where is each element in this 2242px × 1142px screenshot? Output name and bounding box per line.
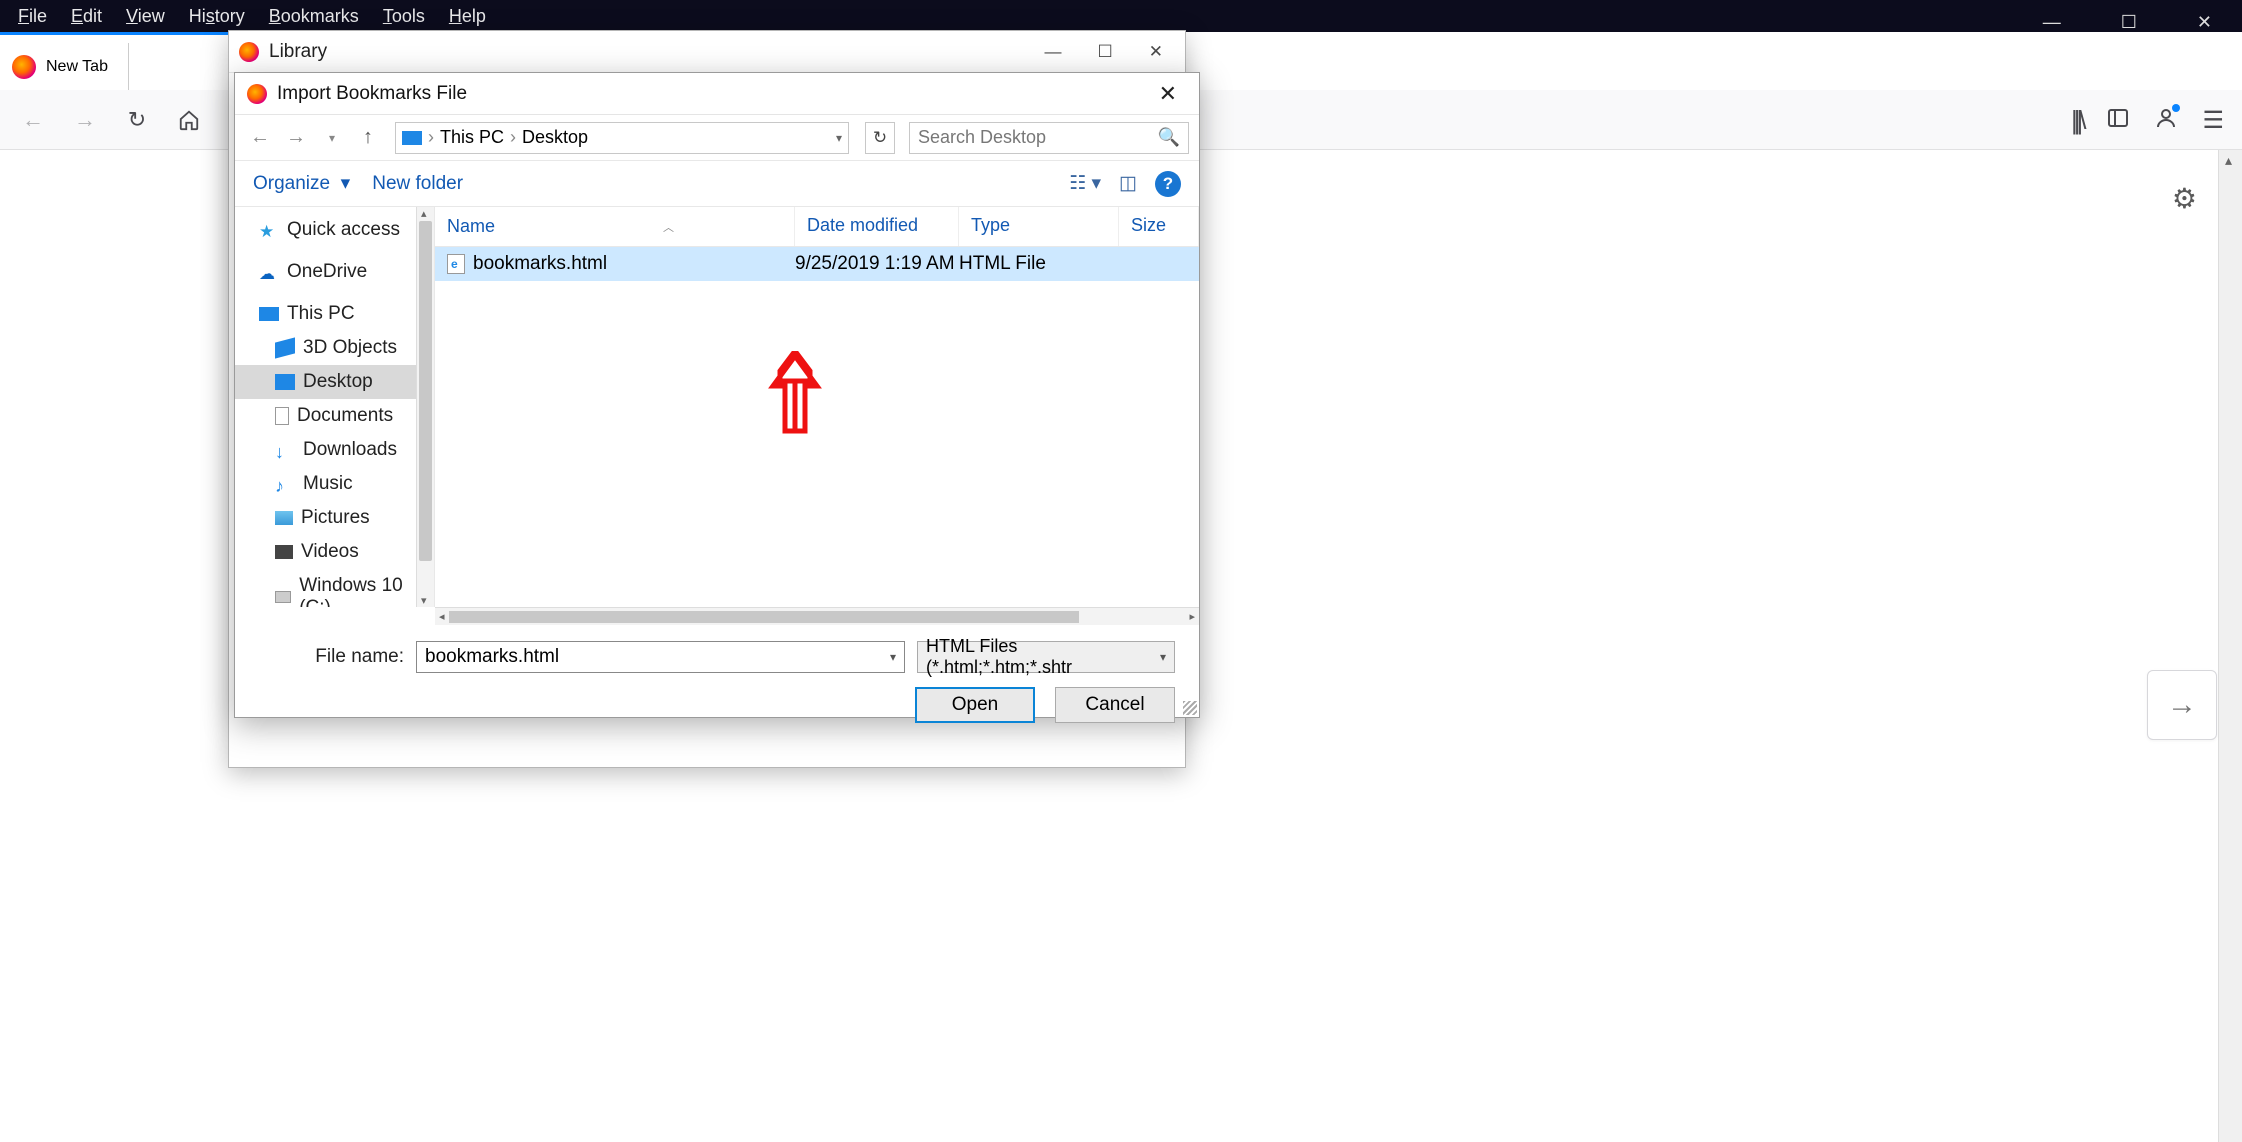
html-file-icon — [447, 254, 465, 274]
tree-scrollbar[interactable]: ▴▾ — [416, 207, 434, 607]
library-close-icon[interactable]: ✕ — [1149, 42, 1163, 62]
nav-back-icon[interactable]: ← — [245, 126, 275, 149]
tree-quickaccess[interactable]: ★Quick access — [235, 213, 434, 247]
chevron-down-icon[interactable]: ▾ — [1160, 650, 1166, 664]
dialog-toolbar: Organize ▾ New folder ☷ ▾ ◫ ? — [235, 161, 1199, 207]
preview-pane-icon[interactable]: ◫ — [1119, 172, 1137, 195]
col-date[interactable]: Date modified — [795, 207, 959, 246]
nav-recent-icon[interactable]: ▾ — [317, 131, 347, 145]
home-button[interactable] — [170, 101, 208, 139]
menu-history[interactable]: History — [177, 2, 257, 31]
menubar: File Edit View History Bookmarks Tools H… — [0, 0, 2242, 32]
library-title: Library — [269, 41, 327, 63]
breadcrumb-folder[interactable]: Desktop — [522, 127, 588, 148]
tree-pictures[interactable]: Pictures — [235, 501, 434, 535]
gear-icon[interactable]: ⚙ — [2172, 182, 2197, 215]
tree-videos[interactable]: Videos — [235, 535, 434, 569]
page-scrollbar[interactable]: ▴ — [2218, 150, 2242, 1142]
forward-button[interactable]: → — [66, 101, 104, 139]
close-icon[interactable]: ✕ — [2197, 12, 2212, 33]
tree-documents[interactable]: Documents — [235, 399, 434, 433]
appmenu-button[interactable]: ☰ — [2202, 106, 2224, 135]
menu-help[interactable]: Help — [437, 2, 498, 31]
search-placeholder: Search Desktop — [918, 127, 1046, 148]
tree-3dobjects[interactable]: 3D Objects — [235, 331, 434, 365]
account-icon[interactable] — [2154, 106, 2178, 135]
search-icon: 🔍 — [1158, 127, 1180, 148]
firefox-icon — [239, 42, 259, 62]
file-row[interactable]: bookmarks.html 9/25/2019 1:19 AM HTML Fi… — [435, 247, 1199, 281]
refresh-button[interactable]: ↻ — [865, 122, 895, 154]
menu-tools[interactable]: Tools — [371, 2, 437, 31]
search-input[interactable]: Search Desktop 🔍 — [909, 122, 1189, 154]
firefox-icon — [247, 84, 267, 104]
newfolder-button[interactable]: New folder — [372, 173, 463, 195]
menu-bookmarks[interactable]: Bookmarks — [257, 2, 371, 31]
pc-icon — [402, 131, 422, 145]
file-dialog: Import Bookmarks File ✕ ← → ▾ ↑ › This P… — [234, 72, 1200, 718]
file-name: bookmarks.html — [473, 253, 607, 275]
view-options-icon[interactable]: ☷ ▾ — [1069, 172, 1101, 195]
sidebar-icon[interactable] — [2106, 106, 2130, 135]
organize-button[interactable]: Organize ▾ — [253, 172, 350, 195]
dialog-titlebar[interactable]: Import Bookmarks File ✕ — [235, 73, 1199, 115]
dialog-navrow: ← → ▾ ↑ › This PC › Desktop ▾ ↻ Search D… — [235, 115, 1199, 161]
col-type[interactable]: Type — [959, 207, 1119, 246]
nav-forward-icon[interactable]: → — [281, 126, 311, 149]
tree-thispc[interactable]: This PC — [235, 297, 434, 331]
cancel-button[interactable]: Cancel — [1055, 687, 1175, 723]
resize-grip[interactable] — [1183, 701, 1197, 715]
tab-title: New Tab — [46, 58, 108, 76]
tab-newtab[interactable]: New Tab — [0, 43, 129, 91]
breadcrumb-root[interactable]: This PC — [440, 127, 504, 148]
forward-card[interactable]: → — [2147, 670, 2217, 740]
filetype-select[interactable]: HTML Files (*.html;*.htm;*.shtr▾ — [917, 641, 1175, 673]
tree-onedrive[interactable]: ☁OneDrive — [235, 255, 434, 289]
tree-windowsc[interactable]: Windows 10 (C:) — [235, 569, 434, 607]
menu-edit[interactable]: Edit — [59, 2, 114, 31]
file-type: HTML File — [959, 253, 1119, 275]
menu-view[interactable]: View — [114, 2, 177, 31]
open-button[interactable]: Open — [915, 687, 1035, 723]
chevron-down-icon[interactable]: ▾ — [890, 650, 896, 664]
minimize-icon[interactable]: — — [2043, 12, 2061, 33]
window-controls: — ☐ ✕ — [2043, 12, 2212, 33]
menu-file[interactable]: File — [6, 2, 59, 31]
tree-downloads[interactable]: ↓Downloads — [235, 433, 434, 467]
tree-desktop[interactable]: Desktop — [235, 365, 434, 399]
library-titlebar[interactable]: Library — ☐ ✕ — [229, 31, 1185, 73]
firefox-icon — [12, 55, 36, 79]
file-list: Name︿ Date modified Type Size bookmarks.… — [435, 207, 1199, 607]
chevron-down-icon[interactable]: ▾ — [836, 131, 842, 145]
tree-music[interactable]: ♪Music — [235, 467, 434, 501]
maximize-icon[interactable]: ☐ — [2121, 12, 2137, 33]
reload-button[interactable]: ↻ — [118, 101, 156, 139]
file-date: 9/25/2019 1:19 AM — [795, 253, 959, 275]
nav-up-icon[interactable]: ↑ — [353, 126, 383, 149]
library-minimize-icon[interactable]: — — [1045, 42, 1062, 62]
column-headers[interactable]: Name︿ Date modified Type Size — [435, 207, 1199, 247]
list-hscrollbar[interactable]: ◂▸ — [435, 607, 1199, 625]
filename-input[interactable]: bookmarks.html▾ — [416, 641, 905, 673]
library-icon[interactable]: |||\ — [2071, 105, 2083, 136]
col-name[interactable]: Name︿ — [435, 207, 795, 246]
dialog-title: Import Bookmarks File — [277, 83, 467, 105]
toolbar-right: |||\ ☰ — [2071, 90, 2224, 150]
col-size[interactable]: Size — [1119, 207, 1199, 246]
library-maximize-icon[interactable]: ☐ — [1098, 42, 1113, 62]
filename-label: File name: — [259, 646, 404, 668]
help-icon[interactable]: ? — [1155, 171, 1181, 197]
nav-tree: ★Quick access ☁OneDrive This PC 3D Objec… — [235, 207, 435, 607]
breadcrumb[interactable]: › This PC › Desktop ▾ — [395, 122, 849, 154]
back-button[interactable]: ← — [14, 101, 52, 139]
dialog-close-icon[interactable]: ✕ — [1149, 77, 1187, 111]
